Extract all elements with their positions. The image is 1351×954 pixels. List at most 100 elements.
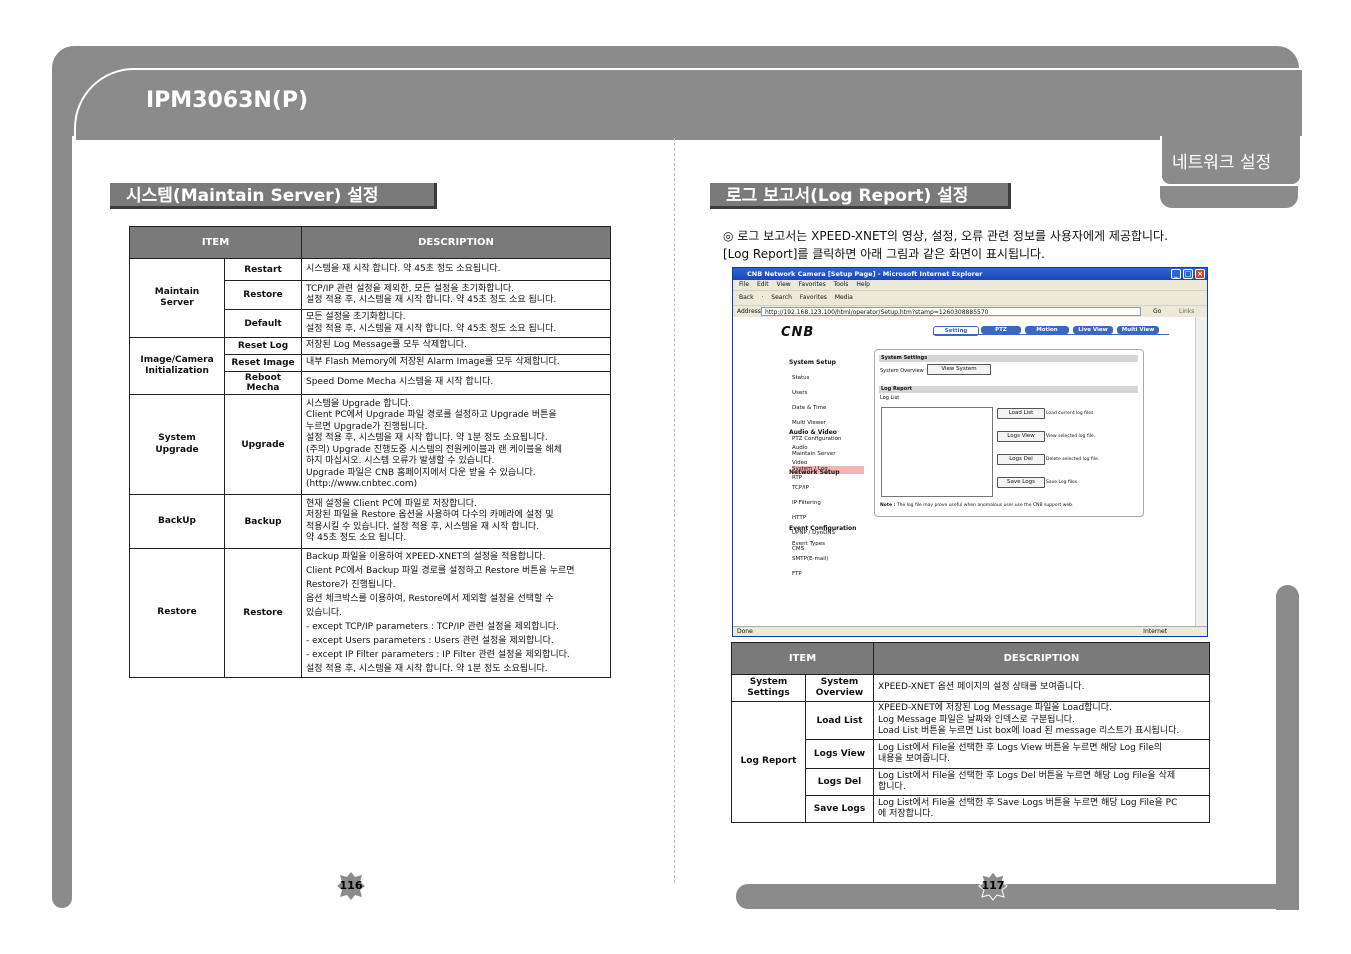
table-item: Restore — [224, 280, 302, 310]
log-report-table: ITEM DESCRIPTION System Settings System … — [731, 642, 1210, 823]
table-desc: 시스템을 Upgrade 합니다. Client PC에서 Upgrade 파일… — [301, 394, 611, 495]
table-desc: 시스템을 재 시작 합니다. 약 45초 정도 소요됩니다. — [301, 258, 611, 281]
logs-del-button[interactable]: Logs Del — [997, 454, 1045, 465]
load-list-button[interactable]: Load List — [997, 408, 1045, 419]
table-item: Restore — [224, 548, 302, 678]
document-title: IPM3063N(P) — [146, 88, 309, 113]
log-list-box[interactable] — [881, 407, 993, 497]
status-internet-zone: Internet — [1143, 628, 1167, 635]
logs-del-note: Delete selected log file. — [1046, 457, 1100, 462]
browser-toolbar[interactable]: Back · Search Favorites Media — [733, 290, 1207, 305]
table-desc: 현재 설정을 Client PC에 파일로 저장합니다. 저장된 파일을 Res… — [301, 494, 611, 549]
tab-multi-view[interactable]: Multi View — [1117, 326, 1159, 334]
load-list-note: Load current log files. — [1046, 411, 1095, 416]
table-group: Log Report — [731, 701, 806, 823]
logs-view-note: View selected log file. — [1046, 434, 1096, 439]
table-item: Reset Log — [224, 337, 302, 355]
section-title-maintain-server: 시스템(Maintain Server) 설정 — [110, 183, 437, 209]
panel-note: Note : The log file may prove useful whe… — [880, 503, 1073, 508]
table-desc: Log List에서 File을 선택한 후 Save Logs 버튼을 누르면… — [873, 795, 1210, 823]
table-desc: Log List에서 File을 선택한 후 Logs Del 버튼을 누르면 … — [873, 768, 1210, 796]
save-logs-note: Save Log files. — [1046, 480, 1079, 485]
cnb-logo: CNB — [781, 325, 815, 340]
panel-bar-log-report: Log Report — [879, 386, 1138, 393]
address-label: Address — [737, 308, 761, 315]
table-item: Upgrade — [224, 394, 302, 495]
table-desc: 모든 설정을 초기화합니다. 설정 적용 후, 시스템을 재 시작 합니다. 약… — [301, 309, 611, 338]
table-item: Logs Del — [805, 768, 874, 796]
browser-title: CNB Network Camera [Setup Page] - Micros… — [747, 270, 983, 278]
settings-panel: System Settings System Overview View Sys… — [874, 349, 1144, 517]
table-desc: XPEED-XNET 옵션 페이지의 설정 상태를 보여줍니다. — [873, 674, 1210, 702]
sidebar-item-users[interactable]: Users — [792, 390, 864, 398]
status-done: Done — [737, 628, 753, 635]
logs-view-button[interactable]: Logs View — [997, 431, 1045, 442]
table-header-description: DESCRIPTION — [873, 642, 1210, 675]
table-desc: Speed Dome Mecha 시스템을 재 시작 합니다. — [301, 371, 611, 395]
sidebar-heading: Event Configuration — [789, 524, 857, 532]
sidebar-heading: Network Setup — [789, 468, 840, 476]
browser-screenshot: CNB Network Camera [Setup Page] - Micros… — [732, 267, 1208, 637]
page-number-right: 117 — [978, 871, 1008, 901]
page-number-left: 116 — [336, 871, 366, 901]
table-group: System Settings — [731, 674, 806, 702]
page-number-text: 116 — [339, 879, 363, 892]
table-item: Backup — [224, 494, 302, 549]
table-desc: 저장된 Log Message를 모두 삭제합니다. — [301, 337, 611, 355]
save-logs-button[interactable]: Save Logs — [997, 477, 1045, 488]
close-icon[interactable]: × — [1195, 269, 1205, 279]
chapter-tab-label: 네트워크 설정 — [1172, 153, 1272, 173]
browser-menu-bar[interactable]: File Edit View Favorites Tools Help — [733, 280, 1207, 290]
page-number-text: 117 — [981, 879, 1005, 892]
table-group: Image/Camera Initialization — [129, 337, 225, 395]
table-desc: XPEED-XNET에 저장된 Log Message 파일을 Load합니다.… — [873, 701, 1210, 740]
view-system-button[interactable]: View System — [927, 364, 991, 375]
note-label: Note : — [880, 503, 896, 508]
table-item: Default — [224, 309, 302, 338]
browser-content: CNB Setting PTZ Motion Live View Multi V… — [733, 317, 1197, 626]
sidebar-item-event-types[interactable]: Event Types — [792, 541, 856, 549]
sidebar-item-ftp[interactable]: FTP — [792, 571, 856, 579]
sidebar-item-date-time[interactable]: Date & Time — [792, 405, 864, 413]
sidebar-heading: System Setup — [789, 358, 836, 366]
table-item: Reset Image — [224, 354, 302, 372]
intro-text: ◎ 로그 보고서는 XPEED-XNET의 영상, 설정, 오류 관련 정보를 … — [723, 229, 1168, 261]
sidebar-item-audio[interactable]: Audio — [792, 445, 837, 453]
table-group: BackUp — [129, 494, 225, 549]
address-input[interactable]: http://192.168.123.100/html/operator/Set… — [761, 307, 1141, 316]
minimize-icon[interactable]: _ — [1171, 269, 1181, 279]
page-frame-right-bar — [1276, 585, 1299, 910]
tab-live-view[interactable]: Live View — [1073, 326, 1113, 334]
page-frame-bottom-bar — [736, 884, 1299, 909]
table-desc: Log List에서 File을 선택한 후 Logs View 버튼을 누르면… — [873, 739, 1210, 769]
sidebar-item-smtp[interactable]: SMTP(E-mail) — [792, 556, 856, 564]
table-item: System Overview — [805, 674, 874, 702]
browser-scrollbar[interactable] — [1195, 317, 1207, 626]
sidebar-item-ip-filtering[interactable]: IP Filtering — [792, 500, 840, 508]
maximize-icon[interactable]: □ — [1183, 269, 1193, 279]
table-header-description: DESCRIPTION — [301, 226, 611, 259]
tab-motion[interactable]: Motion — [1025, 326, 1069, 334]
table-group: System Upgrade — [129, 394, 225, 495]
sidebar-group-event-configuration: Event Configuration Event Types SMTP(E-m… — [789, 517, 856, 594]
note-text: The log file may prove useful when anoma… — [896, 503, 1074, 508]
sidebar-item-tcpip[interactable]: TCP/IP — [792, 485, 840, 493]
sidebar-item-status[interactable]: Status — [792, 375, 864, 383]
system-overview-label: System Overview — [880, 368, 924, 374]
sidebar-heading: Audio & Video — [789, 428, 837, 436]
maintain-server-table: ITEM DESCRIPTION Maintain Server Restart… — [129, 226, 611, 678]
table-item: Load List — [805, 701, 874, 740]
chapter-tab-lower — [1160, 186, 1298, 208]
table-header-item: ITEM — [731, 642, 874, 675]
page-divider — [674, 138, 675, 883]
log-list-label: Log List — [880, 395, 900, 401]
tab-underline — [933, 334, 1169, 335]
tab-ptz[interactable]: PTZ — [981, 326, 1021, 334]
panel-bar-system-settings: System Settings — [879, 355, 1138, 362]
table-item: Save Logs — [805, 795, 874, 823]
browser-status-bar: Done Internet — [733, 626, 1207, 636]
browser-title-bar: CNB Network Camera [Setup Page] - Micros… — [733, 268, 1207, 280]
table-desc: TCP/IP 관련 설정을 제외한, 모든 설정을 초기화합니다. 설정 적용 … — [301, 280, 611, 310]
table-desc: Backup 파일을 이용하여 XPEED-XNET의 설정을 적용합니다. C… — [301, 548, 611, 678]
page-frame-left-bar — [52, 120, 72, 908]
